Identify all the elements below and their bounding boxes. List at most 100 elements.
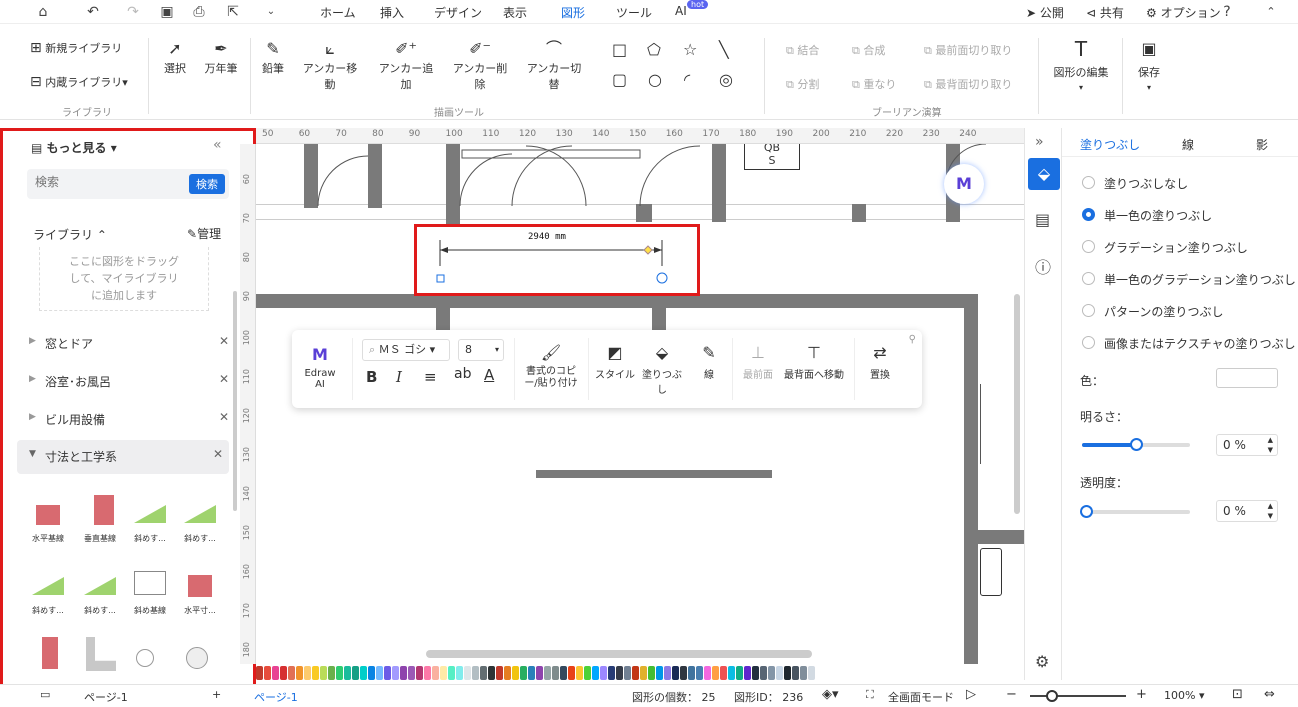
star-shape-icon[interactable]: ☆ [683, 40, 697, 59]
zoom-level[interactable]: 100% ▾ [1164, 689, 1204, 702]
shape-dim-5[interactable] [25, 627, 71, 691]
color-swatch[interactable] [712, 666, 719, 680]
rounded-rect-shape-icon[interactable]: ▢ [612, 70, 627, 89]
style-button[interactable]: ◩ スタイル [594, 340, 636, 381]
fullscreen-label[interactable]: 全画面モード [888, 689, 954, 705]
close-icon[interactable]: ✕ [219, 334, 229, 348]
category-dimensions[interactable]: ▼ 寸法と工学系 ✕ [17, 440, 229, 474]
spiral-shape-icon[interactable]: ◎ [719, 70, 733, 89]
select-tool[interactable]: ➚ 選択 [160, 38, 190, 76]
menu-view[interactable]: 表示 [503, 4, 527, 21]
builtin-library-button[interactable]: ⊟ 内蔵ライブラリ▾ [30, 74, 128, 90]
menu-shape[interactable]: 図形 [561, 4, 586, 26]
color-swatch[interactable] [264, 666, 271, 680]
color-swatch[interactable] [776, 666, 783, 680]
pentagon-shape-icon[interactable]: ⬠ [647, 40, 661, 59]
color-swatch[interactable] [656, 666, 663, 680]
union-button[interactable]: ⧉ 結合 [786, 42, 819, 58]
color-swatch[interactable] [592, 666, 599, 680]
color-swatch[interactable] [496, 666, 503, 680]
edraw-ai-logo[interactable]: M [944, 164, 984, 204]
category-windows-doors[interactable]: ▶ 窓とドア ✕ [17, 327, 229, 361]
color-swatch[interactable] [512, 666, 519, 680]
color-swatch[interactable] [624, 666, 631, 680]
category-bathroom[interactable]: ▶ 浴室･お風呂 ✕ [17, 365, 229, 399]
color-swatch[interactable] [424, 666, 431, 680]
new-library-button[interactable]: ⊞ 新規ライブラリ [30, 40, 122, 56]
split-button[interactable]: ⧉ 分割 [786, 76, 819, 92]
color-swatch[interactable] [392, 666, 399, 680]
menu-insert[interactable]: 挿入 [380, 4, 404, 21]
front-cut-button[interactable]: ⧉ 最前面切り取り [924, 42, 1012, 58]
color-swatch[interactable] [600, 666, 607, 680]
shape-diagonal-2[interactable]: 斜めす... [177, 483, 223, 547]
color-swatch[interactable] [456, 666, 463, 680]
close-icon[interactable]: ✕ [219, 410, 229, 424]
color-swatch[interactable] [792, 666, 799, 680]
color-swatch[interactable] [344, 666, 351, 680]
color-swatch[interactable] [360, 666, 367, 680]
shape-dim-7[interactable] [127, 627, 173, 691]
options-button[interactable]: ⚙ オプション [1146, 4, 1221, 21]
bold-icon[interactable]: B [366, 368, 377, 386]
brightness-input[interactable]: 0 % ▲ ▼ [1216, 434, 1278, 456]
color-swatch[interactable] [664, 666, 671, 680]
zoom-out-icon[interactable]: − [1006, 687, 1017, 702]
color-swatch[interactable] [384, 666, 391, 680]
color-swatch[interactable] [504, 666, 511, 680]
color-swatch[interactable] [400, 666, 407, 680]
help-icon[interactable]: ? [1218, 3, 1236, 21]
color-swatch[interactable] [640, 666, 647, 680]
edraw-ai-button[interactable]: M Edraw AI [298, 342, 342, 390]
color-swatch[interactable] [696, 666, 703, 680]
edit-shape-button[interactable]: T 図形の編集 ▾ [1050, 38, 1112, 93]
color-swatch[interactable] [576, 666, 583, 680]
font-color-icon[interactable]: A [484, 366, 494, 384]
close-icon[interactable]: ✕ [213, 447, 223, 461]
color-swatch[interactable] [752, 666, 759, 680]
color-swatch[interactable] [448, 666, 455, 680]
color-swatch[interactable] [544, 666, 551, 680]
color-swatch[interactable] [304, 666, 311, 680]
shape-dim-8[interactable] [177, 627, 223, 691]
publish-button[interactable]: ➤ 公開 [1026, 4, 1064, 21]
add-page-icon[interactable]: + [212, 688, 221, 701]
overlap-button[interactable]: ⧉ 重なり [852, 76, 896, 92]
anchor-switch-tool[interactable]: ⌒ アンカー切替 [522, 38, 586, 92]
color-swatch[interactable] [488, 666, 495, 680]
color-swatch[interactable] [272, 666, 279, 680]
search-input[interactable] [35, 175, 175, 189]
color-swatch[interactable] [552, 666, 559, 680]
bring-front-button[interactable]: ⊥ 最前面 [738, 340, 778, 381]
radio-solid-gradient-fill[interactable] [1082, 272, 1095, 285]
zoom-thumb[interactable] [1046, 690, 1058, 702]
menu-tools[interactable]: ツール [616, 4, 652, 21]
color-swatch[interactable] [704, 666, 711, 680]
shape-dim-6[interactable] [77, 627, 123, 691]
circle-shape-icon[interactable]: ○ [648, 70, 662, 89]
color-swatch[interactable] [760, 666, 767, 680]
more-libraries-button[interactable]: ▤ もっと見る ▾ [31, 139, 117, 156]
redo-icon[interactable]: ↷ [124, 3, 142, 21]
category-building-facilities[interactable]: ▶ ビル用設備 ✕ [17, 403, 229, 437]
play-icon[interactable]: ▷ [966, 687, 976, 702]
color-swatch[interactable] [440, 666, 447, 680]
color-swatch[interactable] [328, 666, 335, 680]
manage-button[interactable]: ✎管理 [187, 225, 221, 242]
rectangle-shape-icon[interactable]: □ [612, 40, 627, 59]
color-swatch[interactable] [672, 666, 679, 680]
color-swatch[interactable] [616, 666, 623, 680]
color-swatch[interactable] [568, 666, 575, 680]
fixture[interactable] [980, 548, 1002, 596]
collapse-panel-icon[interactable]: « [213, 137, 222, 153]
color-swatch[interactable] [744, 666, 751, 680]
color-swatch[interactable] [680, 666, 687, 680]
color-swatch[interactable] [256, 666, 263, 680]
color-swatch[interactable] [768, 666, 775, 680]
font-size-select[interactable]: 8 ▾ [458, 339, 504, 361]
color-swatch[interactable] [376, 666, 383, 680]
color-swatch[interactable] [432, 666, 439, 680]
color-swatch[interactable] [520, 666, 527, 680]
shape-horizontal-dim[interactable]: 水平寸... [177, 555, 223, 619]
fill-panel-icon[interactable]: ⬙ [1028, 158, 1060, 190]
